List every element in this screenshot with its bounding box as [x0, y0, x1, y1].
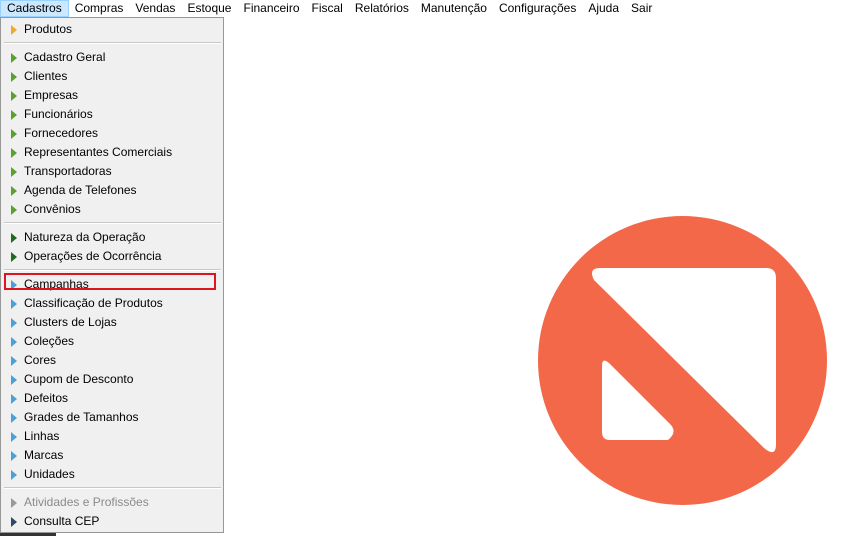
menu-item-empresas[interactable]: Empresas	[1, 86, 223, 105]
menu-item-clientes[interactable]: Clientes	[1, 67, 223, 86]
menu-manutencao[interactable]: Manutenção	[415, 0, 493, 17]
orange-triangle-icon	[11, 25, 17, 35]
green-triangle-icon	[11, 205, 17, 215]
menu-item-label: Classificação de Produtos	[24, 296, 163, 310]
menu-item-unidades[interactable]: Unidades	[1, 465, 223, 484]
menu-separator	[4, 487, 221, 489]
menu-item-label: Grades de Tamanhos	[24, 410, 139, 424]
menu-item-label: Natureza da Operação	[24, 230, 146, 244]
menu-separator	[4, 42, 221, 44]
menu-item-operacoes-de-ocorrencia[interactable]: Operações de Ocorrência	[1, 247, 223, 266]
menu-item-marcas[interactable]: Marcas	[1, 446, 223, 465]
green-triangle-icon	[11, 91, 17, 101]
blue-triangle-icon	[11, 451, 17, 461]
menu-item-funcionarios[interactable]: Funcionários	[1, 105, 223, 124]
menu-item-classificacao-de-produtos[interactable]: Classificação de Produtos	[1, 294, 223, 313]
menu-item-label: Coleções	[24, 334, 75, 348]
menu-item-grades-de-tamanhos[interactable]: Grades de Tamanhos	[1, 408, 223, 427]
green-triangle-icon	[11, 129, 17, 139]
cadastros-dropdown-menu: Produtos Cadastro Geral Clientes Empresa…	[0, 17, 224, 533]
blue-triangle-icon	[11, 394, 17, 404]
menu-item-transportadoras[interactable]: Transportadoras	[1, 162, 223, 181]
menu-item-agenda-de-telefones[interactable]: Agenda de Telefones	[1, 181, 223, 200]
menu-compras[interactable]: Compras	[69, 0, 130, 17]
menu-item-label: Atividades e Profissões	[24, 495, 149, 509]
menu-item-label: Produtos	[24, 22, 73, 36]
menu-item-colecoes[interactable]: Coleções	[1, 332, 223, 351]
menu-item-label: Empresas	[24, 88, 79, 102]
menu-item-label: Representantes Comerciais	[24, 145, 173, 159]
menu-item-label: Clusters de Lojas	[24, 315, 117, 329]
app-logo	[538, 216, 827, 505]
menu-cadastros[interactable]: Cadastros	[0, 0, 69, 17]
menu-item-label: Transportadoras	[24, 164, 112, 178]
menu-relatorios[interactable]: Relatórios	[349, 0, 415, 17]
menu-item-label: Agenda de Telefones	[24, 183, 137, 197]
menu-item-produtos[interactable]: Produtos	[1, 20, 223, 39]
blue-triangle-icon	[11, 318, 17, 328]
green-triangle-icon	[11, 53, 17, 63]
menu-item-label: Cadastro Geral	[24, 50, 106, 64]
dark-green-triangle-icon	[11, 252, 17, 262]
menu-item-label: Marcas	[24, 448, 64, 462]
blue-triangle-icon	[11, 413, 17, 423]
green-triangle-icon	[11, 110, 17, 120]
menu-item-representantes-comerciais[interactable]: Representantes Comerciais	[1, 143, 223, 162]
green-triangle-icon	[11, 72, 17, 82]
menu-item-label: Funcionários	[24, 107, 93, 121]
menu-item-clusters-de-lojas[interactable]: Clusters de Lojas	[1, 313, 223, 332]
blue-triangle-icon	[11, 337, 17, 347]
menu-vendas[interactable]: Vendas	[129, 0, 181, 17]
menu-item-cores[interactable]: Cores	[1, 351, 223, 370]
menu-sair[interactable]: Sair	[625, 0, 658, 17]
dark-blue-triangle-icon	[11, 517, 17, 527]
menu-item-label: Linhas	[24, 429, 60, 443]
menu-financeiro[interactable]: Financeiro	[237, 0, 305, 17]
menu-item-natureza-da-operacao[interactable]: Natureza da Operação	[1, 228, 223, 247]
menu-item-convenios[interactable]: Convênios	[1, 200, 223, 219]
menu-item-label: Consulta CEP	[24, 514, 100, 528]
menu-item-fornecedores[interactable]: Fornecedores	[1, 124, 223, 143]
menu-item-label: Fornecedores	[24, 126, 99, 140]
menu-item-linhas[interactable]: Linhas	[1, 427, 223, 446]
menu-item-label: Operações de Ocorrência	[24, 249, 162, 263]
menu-fiscal[interactable]: Fiscal	[306, 0, 349, 17]
menu-configuracoes[interactable]: Configurações	[493, 0, 582, 17]
menu-estoque[interactable]: Estoque	[181, 0, 237, 17]
gray-triangle-icon	[11, 498, 17, 508]
menu-item-cadastro-geral[interactable]: Cadastro Geral	[1, 48, 223, 67]
menu-item-defeitos[interactable]: Defeitos	[1, 389, 223, 408]
blue-triangle-icon	[11, 470, 17, 480]
menu-item-label: Defeitos	[24, 391, 69, 405]
blue-triangle-icon	[11, 299, 17, 309]
menu-item-consulta-cep[interactable]: Consulta CEP	[1, 512, 223, 531]
menu-item-cupom-de-desconto[interactable]: Cupom de Desconto	[1, 370, 223, 389]
menu-bar: Cadastros Compras Vendas Estoque Finance…	[0, 0, 865, 17]
menu-item-label: Unidades	[24, 467, 75, 481]
menu-ajuda[interactable]: Ajuda	[582, 0, 625, 17]
blue-triangle-icon	[11, 356, 17, 366]
dark-green-triangle-icon	[11, 233, 17, 243]
blue-triangle-icon	[11, 375, 17, 385]
menu-item-label: Cores	[24, 353, 57, 367]
menu-separator	[4, 222, 221, 224]
menu-item-label: Cupom de Desconto	[24, 372, 134, 386]
menu-item-label: Clientes	[24, 69, 68, 83]
menu-separator	[4, 269, 221, 271]
highlight-box	[4, 273, 216, 290]
menu-item-label: Convênios	[24, 202, 81, 216]
green-triangle-icon	[11, 148, 17, 158]
green-triangle-icon	[11, 167, 17, 177]
menu-item-atividades-e-profissoes[interactable]: Atividades e Profissões	[1, 493, 223, 512]
blue-triangle-icon	[11, 432, 17, 442]
green-triangle-icon	[11, 186, 17, 196]
